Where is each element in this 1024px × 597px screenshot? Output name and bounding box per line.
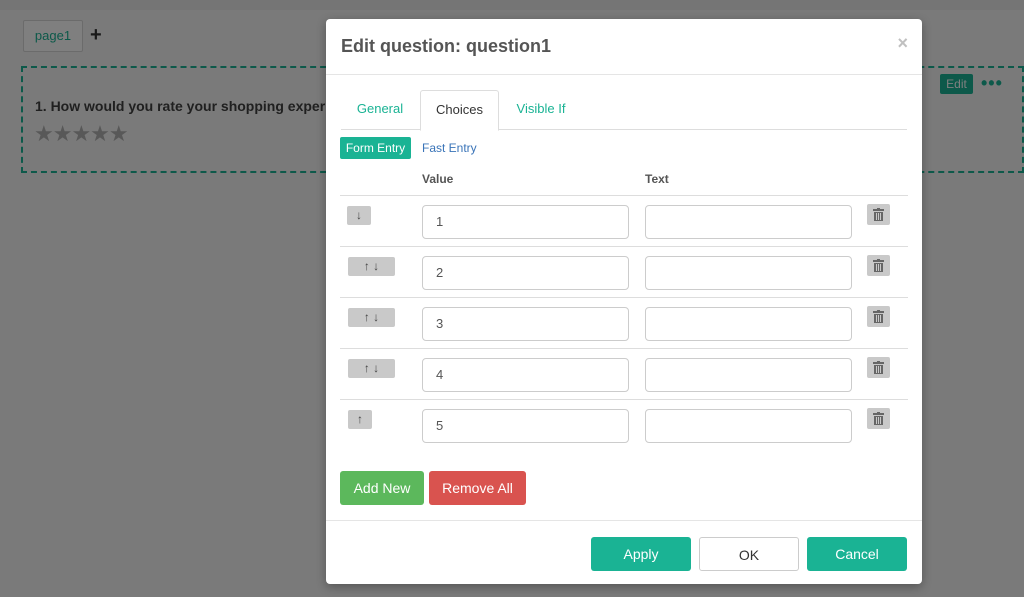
choice-row: ↓ 1 xyxy=(340,195,908,246)
move-up-down-buttons[interactable]: ↑ ↓ xyxy=(348,257,395,276)
choice-text-input[interactable] xyxy=(645,205,852,239)
trash-icon xyxy=(873,259,884,272)
choice-row: ↑ 5 xyxy=(340,399,908,450)
modal-header: Edit question: question1 × xyxy=(326,19,922,75)
edit-question-dialog: Edit question: question1 × General Choic… xyxy=(326,19,922,584)
choice-text-input[interactable] xyxy=(645,358,852,392)
choice-text-input[interactable] xyxy=(645,256,852,290)
move-up-down-buttons[interactable]: ↑ ↓ xyxy=(348,308,395,327)
tab-general[interactable]: General xyxy=(341,90,419,130)
choice-value-input[interactable]: 4 xyxy=(422,358,629,392)
modal-footer: Apply OK Cancel xyxy=(326,520,922,584)
tab-bar: General Choices Visible If xyxy=(341,90,907,131)
choice-value-input[interactable]: 2 xyxy=(422,256,629,290)
cancel-button[interactable]: Cancel xyxy=(807,537,907,571)
delete-choice-button[interactable] xyxy=(867,408,890,429)
trash-icon xyxy=(873,361,884,374)
move-up-down-buttons[interactable]: ↑ ↓ xyxy=(348,359,395,378)
choice-row: ↑ ↓ 4 xyxy=(340,348,908,399)
delete-choice-button[interactable] xyxy=(867,255,890,276)
delete-choice-button[interactable] xyxy=(867,357,890,378)
tab-choices[interactable]: Choices xyxy=(420,90,499,131)
choices-list: ↓ 1 ↑ ↓ 2 ↑ ↓ 3 ↑ ↓ 4 ↑ 5 xyxy=(340,195,908,450)
ok-button[interactable]: OK xyxy=(699,537,799,571)
value-column-header: Value xyxy=(422,172,454,186)
fast-entry-link[interactable]: Fast Entry xyxy=(422,137,477,159)
trash-icon xyxy=(873,310,884,323)
choice-value-input[interactable]: 1 xyxy=(422,205,629,239)
remove-all-button[interactable]: Remove All xyxy=(429,471,526,505)
choice-text-input[interactable] xyxy=(645,409,852,443)
move-down-button[interactable]: ↓ xyxy=(347,206,371,225)
add-new-button[interactable]: Add New xyxy=(340,471,424,505)
modal-title: Edit question: question1 xyxy=(341,36,551,56)
choice-row: ↑ ↓ 2 xyxy=(340,246,908,297)
delete-choice-button[interactable] xyxy=(867,306,890,327)
form-entry-button[interactable]: Form Entry xyxy=(340,137,411,159)
choice-text-input[interactable] xyxy=(645,307,852,341)
choice-row: ↑ ↓ 3 xyxy=(340,297,908,348)
choice-value-input[interactable]: 5 xyxy=(422,409,629,443)
tab-visible-if[interactable]: Visible If xyxy=(501,90,581,130)
trash-icon xyxy=(873,412,884,425)
close-icon[interactable]: × xyxy=(897,33,908,54)
apply-button[interactable]: Apply xyxy=(591,537,691,571)
move-up-button[interactable]: ↑ xyxy=(348,410,372,429)
text-column-header: Text xyxy=(645,172,669,186)
trash-icon xyxy=(873,208,884,221)
delete-choice-button[interactable] xyxy=(867,204,890,225)
choice-value-input[interactable]: 3 xyxy=(422,307,629,341)
